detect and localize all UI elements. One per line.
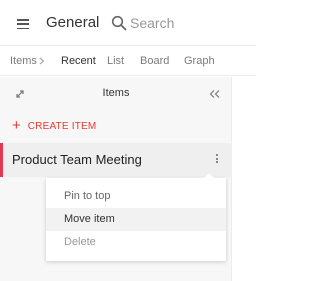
tab-graph[interactable]: Graph [184, 55, 215, 67]
menu-caret [204, 173, 214, 178]
hamburger-menu-icon[interactable] [17, 19, 29, 30]
panel-title: Items [102, 87, 130, 99]
kebab-menu-icon[interactable] [215, 154, 219, 166]
app-title: General [46, 14, 100, 31]
create-item-button[interactable]: + CREATE ITEM [12, 117, 97, 134]
top-bar: General [0, 0, 256, 46]
breadcrumb: Items Recent List Board Graph [0, 46, 256, 76]
side-strip [233, 77, 256, 281]
create-item-label: CREATE ITEM [27, 120, 97, 132]
menu-item-delete[interactable]: Delete [46, 231, 226, 254]
chevron-right-icon [39, 57, 45, 65]
menu-item-pin-to-top[interactable]: Pin to top [46, 185, 226, 208]
item-title: Product Team Meeting [12, 152, 142, 167]
tab-board[interactable]: Board [140, 55, 169, 67]
breadcrumb-items[interactable]: Items [10, 55, 37, 67]
search-icon[interactable] [111, 15, 127, 31]
search-input[interactable] [130, 12, 240, 34]
menu-item-move-item[interactable]: Move item [46, 208, 226, 231]
tab-recent[interactable]: Recent [61, 55, 96, 67]
plus-icon: + [12, 117, 21, 134]
tab-list[interactable]: List [107, 55, 124, 67]
list-item[interactable]: Product Team Meeting [0, 143, 232, 177]
item-context-menu: Pin to top Move item Delete [46, 173, 226, 261]
double-chevron-left-icon[interactable] [209, 89, 221, 99]
